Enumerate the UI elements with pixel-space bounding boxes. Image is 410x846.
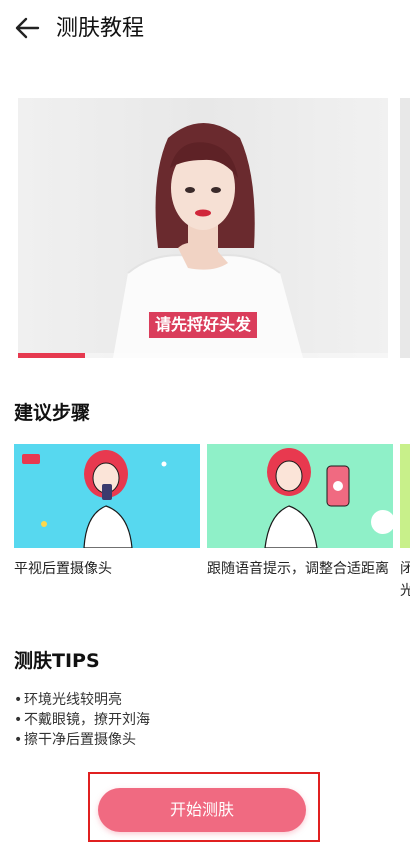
back-arrow-icon[interactable] xyxy=(12,12,44,44)
page-title: 测肤教程 xyxy=(56,16,145,41)
step-2-illustration xyxy=(207,444,393,548)
step-1-label: 平视后置摄像头 xyxy=(14,561,112,577)
start-test-button[interactable]: 开始测肤 xyxy=(98,788,306,832)
step-2-label: 跟随语音提示，调整合适距离 xyxy=(207,561,389,577)
top-bar: 测肤教程 xyxy=(0,0,410,58)
step-card-2[interactable]: 跟随语音提示，调整合适距离 xyxy=(207,444,393,580)
step-3-illustration xyxy=(400,444,410,548)
step-1-illustration xyxy=(14,444,200,548)
steps-section-title: 建议步骤 xyxy=(14,402,91,424)
tip-item: 擦干净后置摄像头 xyxy=(14,730,150,750)
tips-list: 环境光线较明亮 不戴眼镜，撩开刘海 擦干净后置摄像头 xyxy=(14,690,150,750)
tip-item: 环境光线较明亮 xyxy=(14,690,150,710)
tips-section-title: 测肤TIPS xyxy=(14,650,100,672)
tutorial-video[interactable]: 请先捋好头发 xyxy=(18,98,388,358)
step-card-3[interactable]: 闭光 xyxy=(400,444,410,602)
step-card-1[interactable]: 平视后置摄像头 xyxy=(14,444,200,580)
video-progress-bar xyxy=(18,353,85,358)
video-caption: 请先捋好头发 xyxy=(148,312,258,338)
tip-item: 不戴眼镜，撩开刘海 xyxy=(14,710,150,730)
next-video-peek xyxy=(400,98,410,358)
step-3-label: 闭光 xyxy=(400,561,410,599)
